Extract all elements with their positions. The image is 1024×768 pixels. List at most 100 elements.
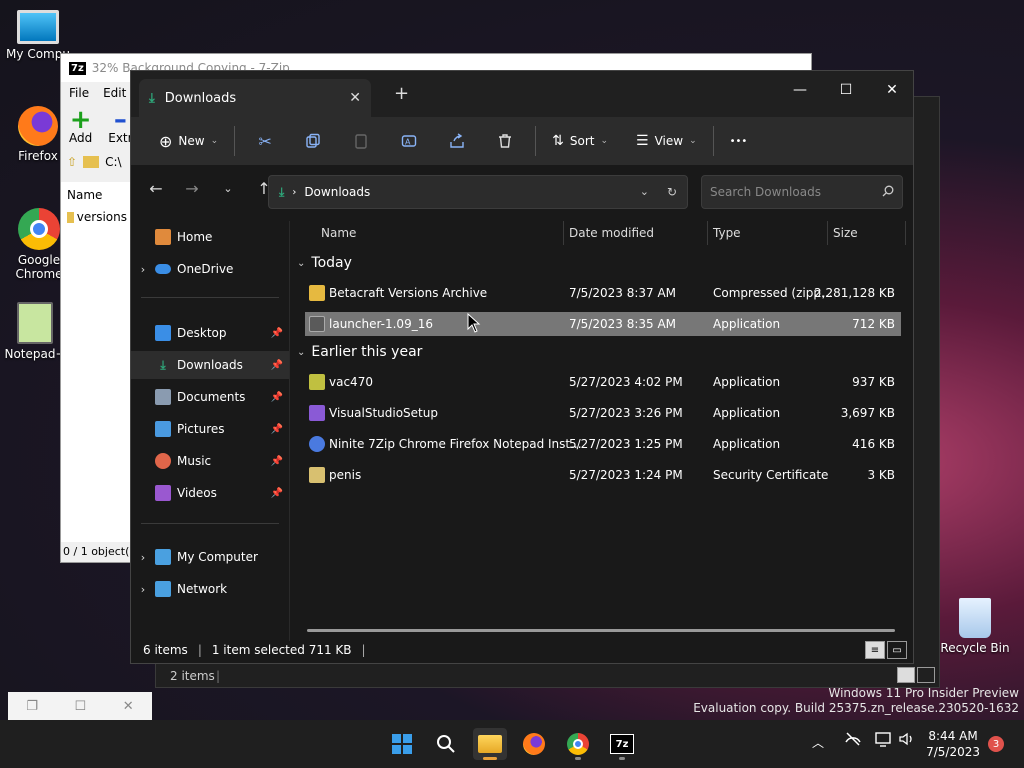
- menu-file[interactable]: File: [69, 86, 89, 100]
- maximize-icon[interactable]: ☐: [75, 699, 87, 714]
- close-icon[interactable]: ✕: [869, 75, 915, 105]
- column-header-date[interactable]: Date modified: [569, 221, 654, 245]
- minimize-icon[interactable]: —: [777, 75, 823, 105]
- list-item[interactable]: versions: [61, 208, 133, 226]
- tab-downloads[interactable]: ⤓ Downloads ✕: [139, 79, 371, 117]
- status-separator: |: [361, 643, 366, 657]
- paste-icon[interactable]: [337, 125, 385, 157]
- show-hidden-icons-chevron-icon[interactable]: ︿: [812, 734, 824, 751]
- tiles-view-icon[interactable]: ▭: [887, 641, 907, 659]
- file-list[interactable]: Name Date modified Type Size ⌄ Today Bet…: [291, 221, 913, 641]
- nav-item-pictures[interactable]: Pictures 📌: [131, 415, 289, 443]
- group-header-earlier-this-year[interactable]: ⌄ Earlier this year: [297, 344, 422, 360]
- search-button[interactable]: [429, 728, 463, 760]
- copy-icon[interactable]: [289, 125, 337, 157]
- file-row[interactable]: penis 5/27/2023 1:24 PM Security Certifi…: [305, 463, 901, 487]
- file-date: 7/5/2023 8:35 AM: [569, 317, 677, 331]
- details-view-icon[interactable]: ≡: [865, 641, 885, 659]
- tiles-view-icon[interactable]: [917, 667, 935, 683]
- file-date: 7/5/2023 8:37 AM: [569, 286, 677, 300]
- details-view-icon[interactable]: [897, 667, 915, 683]
- taskbar-chrome[interactable]: [561, 728, 595, 760]
- folder-icon: [67, 211, 74, 223]
- column-header-size[interactable]: Size: [833, 221, 858, 245]
- column-divider[interactable]: [905, 221, 906, 245]
- up-folder-icon[interactable]: ⇧: [67, 155, 77, 169]
- more-options-button[interactable]: •••: [720, 125, 758, 157]
- file-row-selected[interactable]: launcher-1.09_16 7/5/2023 8:35 AM Applic…: [305, 312, 901, 336]
- display-icon[interactable]: [874, 730, 892, 751]
- group-header-today[interactable]: ⌄ Today: [297, 255, 352, 271]
- close-tab-icon[interactable]: ✕: [349, 90, 361, 106]
- desktop-icon-recycle-bin[interactable]: Recycle Bin: [940, 598, 1010, 655]
- extract-label: Extr: [108, 131, 133, 145]
- column-name[interactable]: Name: [61, 182, 133, 208]
- extract-button[interactable]: – Extr: [108, 107, 133, 145]
- watermark-line: Evaluation copy. Build 25375.zn_release.…: [693, 701, 1019, 715]
- notification-badge[interactable]: 3: [988, 736, 1004, 752]
- taskbar-firefox[interactable]: [517, 728, 551, 760]
- rename-icon[interactable]: A: [385, 125, 433, 157]
- close-icon[interactable]: ✕: [123, 699, 134, 714]
- address-bar[interactable]: ⤓ › Downloads ⌄ ↻: [268, 175, 688, 209]
- nav-item-documents[interactable]: Documents 📌: [131, 383, 289, 411]
- taskbar-file-explorer[interactable]: [473, 728, 507, 760]
- column-divider[interactable]: [827, 221, 828, 245]
- firefox-icon: [18, 106, 58, 146]
- back-arrow-icon[interactable]: ←: [141, 173, 171, 203]
- new-tab-button[interactable]: +: [394, 83, 409, 104]
- expand-chevron-icon[interactable]: ›: [131, 583, 155, 596]
- nav-item-label: Home: [177, 230, 213, 244]
- computer-icon: [155, 549, 171, 565]
- pane-divider[interactable]: [289, 221, 290, 641]
- nav-item-network[interactable]: › Network: [131, 575, 289, 603]
- taskbar-7zip[interactable]: 7z: [605, 728, 639, 760]
- address-dropdown-icon[interactable]: ⌄: [640, 185, 649, 199]
- chevron-down-icon: ⌄: [689, 136, 697, 146]
- share-icon[interactable]: [433, 125, 481, 157]
- view-button[interactable]: ☰ View ⌄: [626, 125, 707, 157]
- group-label: Earlier this year: [311, 344, 423, 360]
- file-row[interactable]: VisualStudioSetup 5/27/2023 3:26 PM Appl…: [305, 401, 901, 425]
- network-disconnected-icon[interactable]: [844, 730, 862, 751]
- nav-item-home[interactable]: Home: [131, 223, 289, 251]
- restore-icon[interactable]: ❐: [26, 699, 38, 714]
- file-row[interactable]: Betacraft Versions Archive 7/5/2023 8:37…: [305, 281, 901, 305]
- active-indicator: [483, 757, 497, 760]
- nav-item-music[interactable]: Music 📌: [131, 447, 289, 475]
- nav-item-desktop[interactable]: Desktop 📌: [131, 319, 289, 347]
- recent-locations-chevron-icon[interactable]: ⌄: [213, 173, 243, 203]
- file-name: penis: [329, 468, 362, 482]
- expand-chevron-icon[interactable]: ›: [131, 263, 155, 276]
- file-row[interactable]: vac470 5/27/2023 4:02 PM Application 937…: [305, 370, 901, 394]
- column-header-type[interactable]: Type: [713, 221, 741, 245]
- sevenzip-file-list[interactable]: Name versions: [61, 182, 133, 542]
- menu-edit[interactable]: Edit: [103, 86, 126, 100]
- search-input[interactable]: Search Downloads: [710, 185, 821, 199]
- clock[interactable]: 8:44 AM 7/5/2023: [926, 728, 980, 760]
- start-button[interactable]: [385, 728, 419, 760]
- file-name: Betacraft Versions Archive: [329, 286, 488, 300]
- explorer-window[interactable]: ⤓ Downloads ✕ + — ☐ ✕ ⊕ New ⌄ ✂ A ⇅ Sort…: [130, 70, 914, 664]
- column-header-name[interactable]: Name: [321, 221, 356, 245]
- forward-arrow-icon[interactable]: →: [177, 173, 207, 203]
- nav-item-videos[interactable]: Videos 📌: [131, 479, 289, 507]
- search-box[interactable]: Search Downloads: [701, 175, 903, 209]
- sort-button[interactable]: ⇅ Sort ⌄: [542, 125, 618, 157]
- nav-item-onedrive[interactable]: › OneDrive: [131, 255, 289, 283]
- delete-icon[interactable]: [481, 125, 529, 157]
- volume-icon[interactable]: [898, 730, 916, 751]
- refresh-icon[interactable]: ↻: [667, 185, 677, 199]
- breadcrumb-downloads[interactable]: Downloads: [304, 185, 370, 199]
- horizontal-scrollbar[interactable]: [307, 629, 895, 632]
- nav-item-downloads[interactable]: ⤓ Downloads 📌: [131, 351, 289, 379]
- expand-chevron-icon[interactable]: ›: [131, 551, 155, 564]
- nav-item-my-computer[interactable]: › My Computer: [131, 543, 289, 571]
- cut-icon[interactable]: ✂: [241, 125, 289, 157]
- maximize-icon[interactable]: ☐: [823, 75, 869, 105]
- new-button[interactable]: ⊕ New ⌄: [149, 125, 228, 157]
- file-row[interactable]: Ninite 7Zip Chrome Firefox Notepad Inst.…: [305, 432, 901, 456]
- column-divider[interactable]: [563, 221, 564, 245]
- add-button[interactable]: + Add: [69, 107, 92, 145]
- column-divider[interactable]: [707, 221, 708, 245]
